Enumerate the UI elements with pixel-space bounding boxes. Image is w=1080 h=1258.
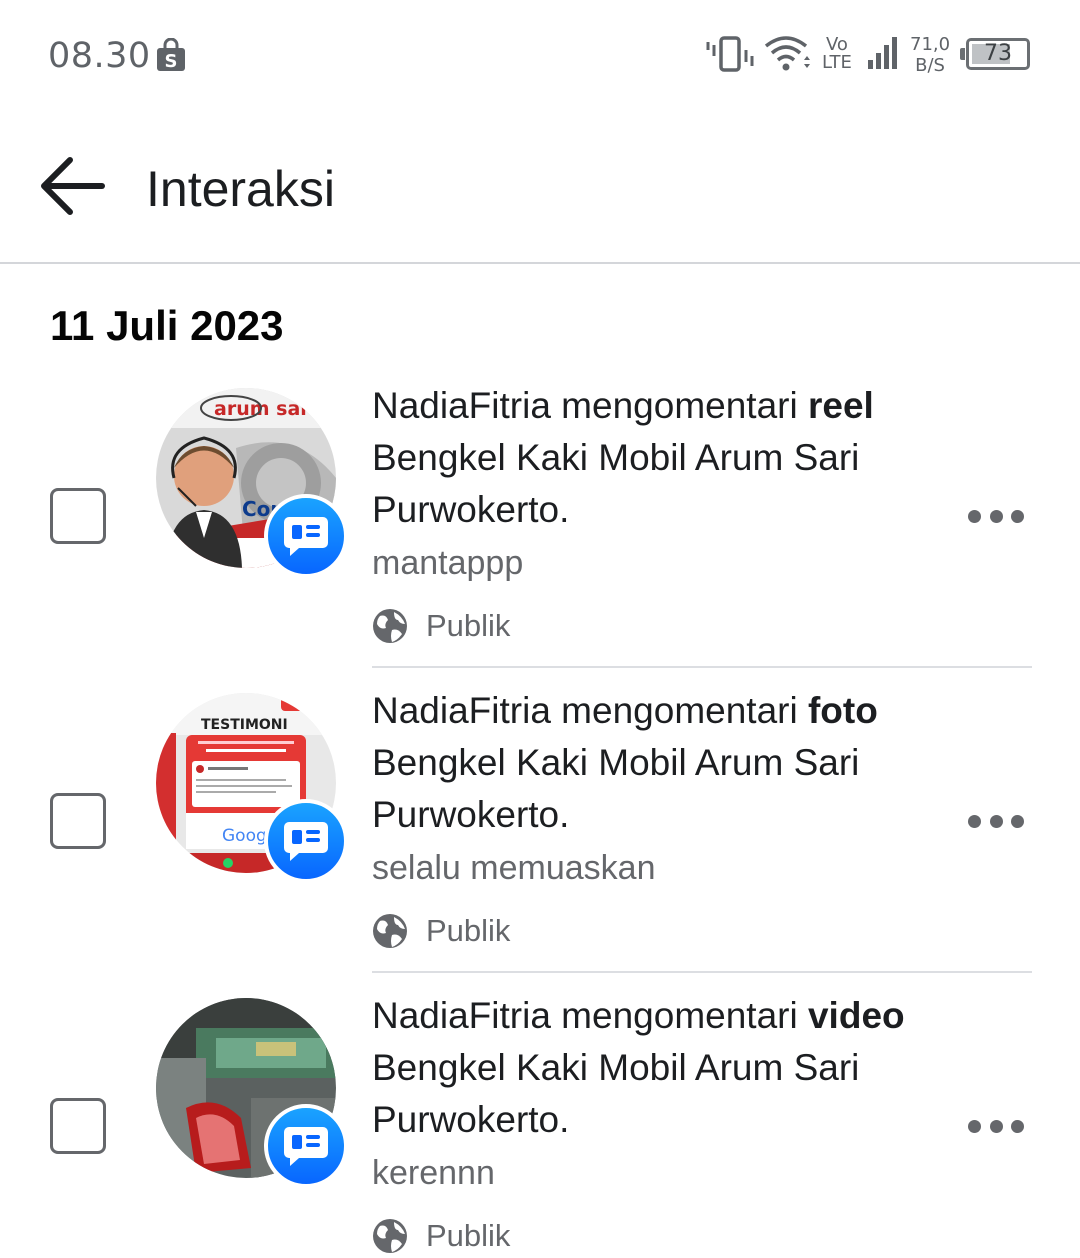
privacy-label: Publik <box>426 608 511 643</box>
more-dots-icon <box>989 509 1003 523</box>
list-item[interactable]: NadiaFitria mengomentari video Bengkel K… <box>0 0 1080 1253</box>
svg-text:TESTIMONI: TESTIMONI <box>201 717 288 733</box>
globe-icon <box>373 1219 407 1253</box>
divider <box>372 666 1032 668</box>
more-options-button[interactable] <box>964 803 1028 839</box>
comment-badge-icon <box>264 799 348 883</box>
privacy-indicator: Publik <box>372 606 510 646</box>
comment-badge-icon <box>264 1104 348 1188</box>
svg-text:arum sari: arum sari <box>214 398 316 420</box>
privacy-indicator: Publik <box>372 911 510 951</box>
privacy-label: Publik <box>426 913 511 948</box>
more-dots-icon <box>968 814 981 828</box>
more-dots-icon <box>968 509 981 523</box>
divider <box>372 971 1032 973</box>
select-checkbox[interactable] <box>50 1098 106 1154</box>
select-checkbox[interactable] <box>50 488 106 544</box>
more-dots-icon <box>968 1119 981 1133</box>
more-options-button[interactable] <box>964 1108 1028 1144</box>
globe-icon <box>373 914 407 948</box>
date-heading: 11 Juli 2023 <box>50 302 284 349</box>
comment-badge-icon <box>264 494 348 578</box>
globe-icon <box>373 609 407 643</box>
comment-text: mantappp <box>372 544 524 582</box>
select-checkbox[interactable] <box>50 793 106 849</box>
notification-text: NadiaFitria mengomentari video Bengkel K… <box>372 995 905 1140</box>
privacy-label: Publik <box>426 1218 511 1253</box>
more-dots-icon <box>1011 1119 1024 1133</box>
comment-text: kerennn <box>372 1154 495 1192</box>
notification-text: NadiaFitria mengomentari reel Bengkel Ka… <box>372 385 874 530</box>
more-dots-icon <box>989 814 1003 828</box>
notification-text: NadiaFitria mengomentari foto Bengkel Ka… <box>372 690 878 835</box>
more-dots-icon <box>989 1119 1003 1133</box>
privacy-indicator: Publik <box>372 1216 510 1256</box>
comment-text: selalu memuaskan <box>372 849 656 887</box>
more-dots-icon <box>1011 814 1024 828</box>
more-options-button[interactable] <box>964 498 1028 534</box>
more-dots-icon <box>1011 509 1024 523</box>
